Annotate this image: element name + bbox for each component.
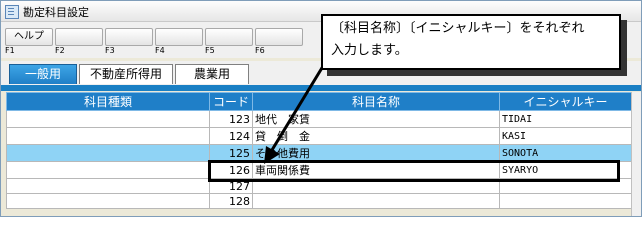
callout-line-1: 〔科目名称〕〔イニシャルキー〕をそれぞれ (331, 21, 585, 36)
callout-line-2: 入力します。 (331, 43, 408, 58)
instruction-callout: 〔科目名称〕〔イニシャルキー〕をそれぞれ 入力します。 (321, 14, 621, 70)
